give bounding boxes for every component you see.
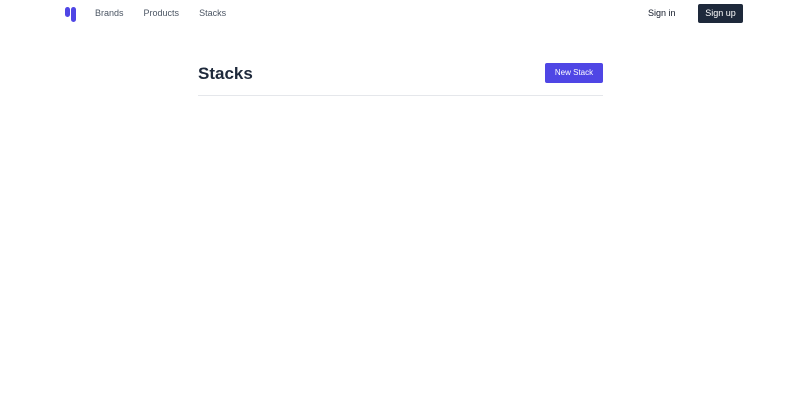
- nav-link-products[interactable]: Products: [144, 8, 180, 19]
- nav-link-stacks[interactable]: Stacks: [199, 8, 226, 19]
- main-content: Stacks New Stack: [198, 56, 603, 96]
- brand-logo-icon[interactable]: [64, 6, 78, 22]
- page-header: Stacks New Stack: [198, 56, 603, 96]
- top-navbar: Brands Products Stacks Sign in Sign up: [0, 0, 800, 28]
- page-title: Stacks: [198, 64, 253, 83]
- nav-link-brands[interactable]: Brands: [95, 8, 124, 19]
- new-stack-button[interactable]: New Stack: [545, 63, 603, 83]
- nav-links: Brands Products Stacks: [95, 8, 226, 19]
- sign-up-button[interactable]: Sign up: [698, 4, 743, 23]
- sign-in-link[interactable]: Sign in: [648, 8, 676, 19]
